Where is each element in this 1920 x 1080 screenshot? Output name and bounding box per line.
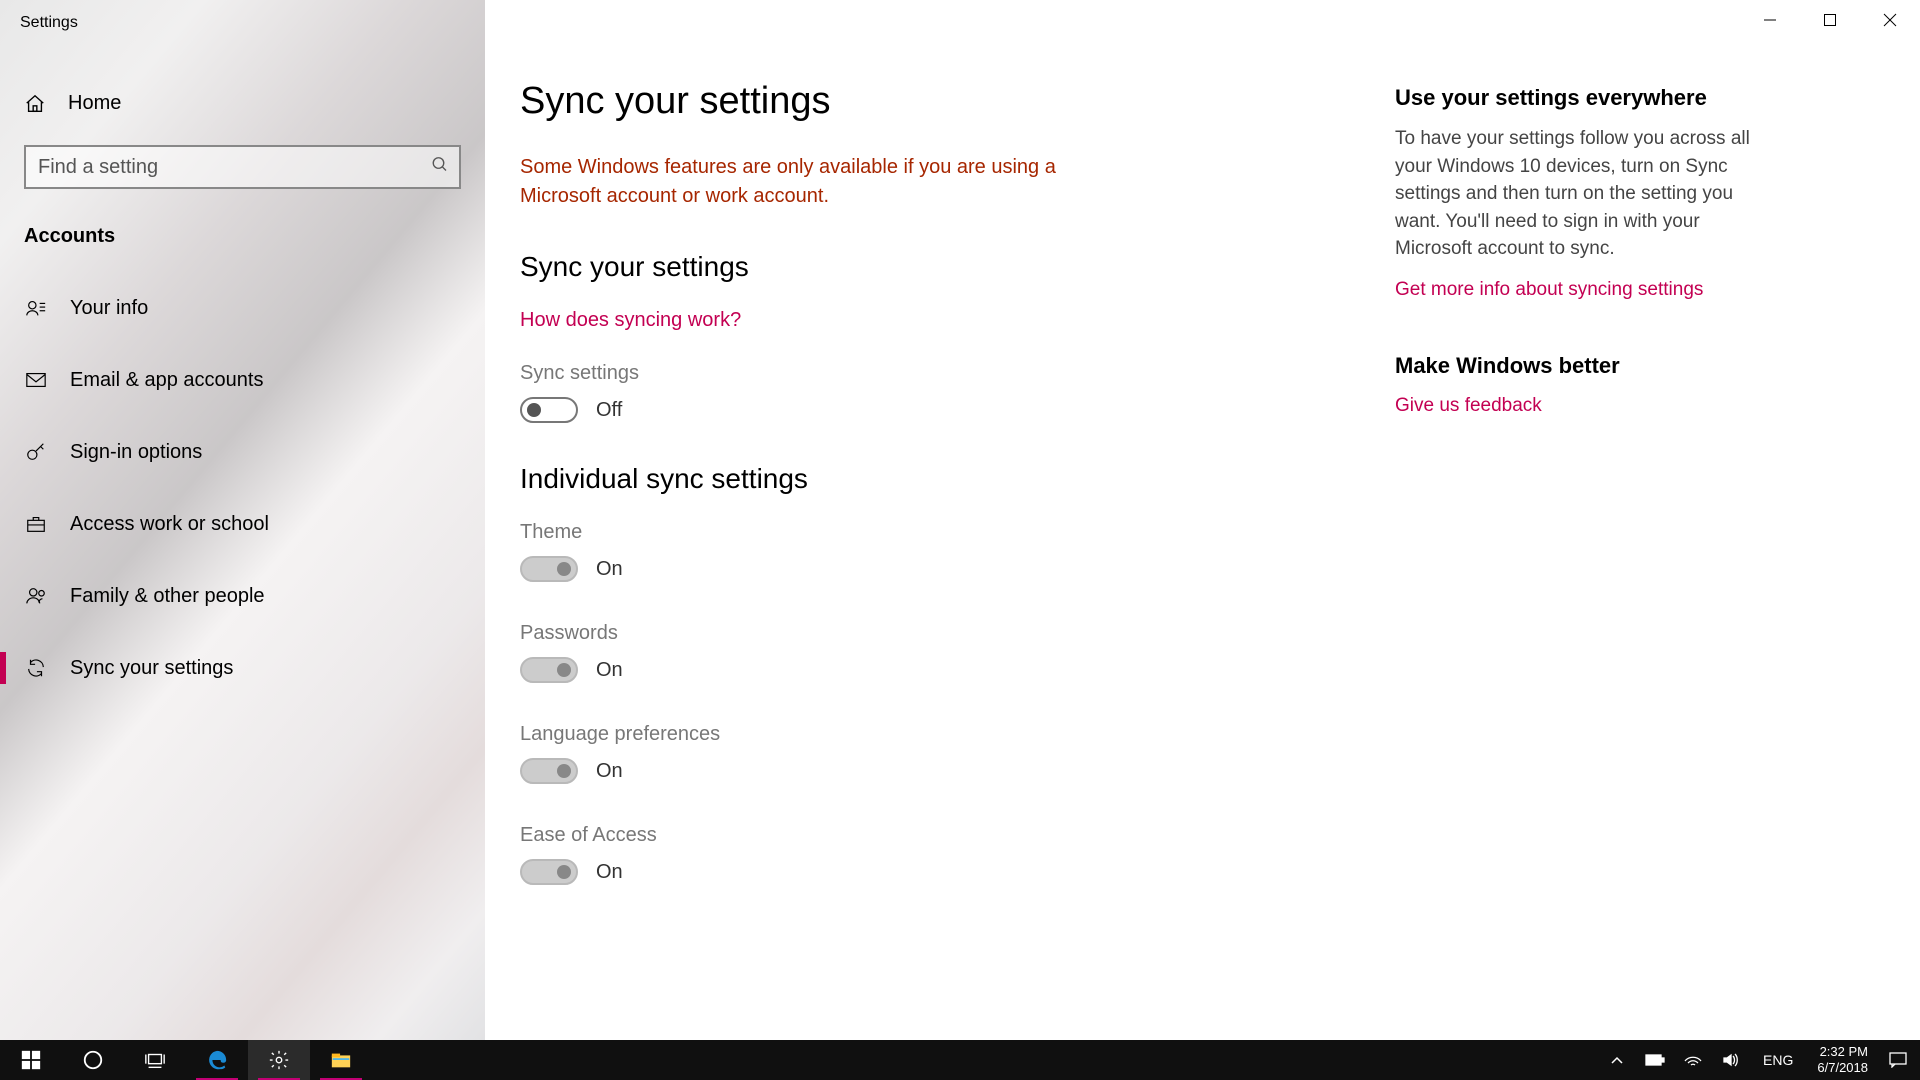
theme-state: On [596,558,623,581]
make-better-heading: Make Windows better [1395,353,1775,379]
settings-window: Settings Home Accounts Y [0,0,1920,1040]
briefcase-icon [24,512,48,536]
taskbar-left [0,1040,372,1080]
home-label: Home [68,92,121,115]
clock-time: 2:32 PM [1817,1044,1868,1060]
ease-toggle [520,859,578,885]
app-title: Settings [0,0,485,48]
toggle-knob [557,663,571,677]
sidebar-item-signin[interactable]: Sign-in options [0,416,485,488]
content-area: Sync your settings Some Windows features… [485,0,1920,1040]
page-title: Sync your settings [520,80,1395,123]
theme-label: Theme [520,521,1395,544]
cortana-button[interactable] [62,1040,124,1080]
sidebar-item-label: Sign-in options [70,441,202,464]
taskbar: ENG 2:32 PM 6/7/2018 [0,1040,1920,1080]
use-everywhere-heading: Use your settings everywhere [1395,85,1775,111]
search-input[interactable] [24,145,461,189]
sidebar-item-label: Sync your settings [70,657,233,680]
language-setting: Language preferences On [520,723,1395,784]
sidebar-item-email[interactable]: Email & app accounts [0,344,485,416]
sync-settings-block: Sync settings Off [520,362,1395,423]
mail-icon [24,368,48,392]
key-icon [24,440,48,464]
sidebar-nav: Your info Email & app accounts Sign-in o… [0,258,485,704]
sync-settings-state: Off [596,399,622,422]
ease-label: Ease of Access [520,824,1395,847]
theme-toggle [520,556,578,582]
sidebar-item-work[interactable]: Access work or school [0,488,485,560]
sync-settings-label: Sync settings [520,362,1395,385]
home-icon [24,93,46,115]
edge-button[interactable] [186,1040,248,1080]
tray-chevron-icon[interactable] [1603,1040,1631,1080]
sidebar-item-sync[interactable]: Sync your settings [0,632,485,704]
home-nav[interactable]: Home [0,48,485,115]
ease-state: On [596,861,623,884]
battery-icon[interactable] [1641,1040,1669,1080]
language-toggle [520,758,578,784]
close-button[interactable] [1860,0,1920,40]
passwords-label: Passwords [520,622,1395,645]
sidebar-section-label: Accounts [0,189,485,258]
theme-setting: Theme On [520,521,1395,582]
search-icon [431,156,449,179]
sidebar-item-label: Family & other people [70,585,265,608]
sync-heading: Sync your settings [520,251,1395,283]
explorer-button[interactable] [310,1040,372,1080]
language-label: Language preferences [520,723,1395,746]
sidebar: Settings Home Accounts Y [0,0,485,1040]
toggle-knob [557,562,571,576]
people-icon [24,584,48,608]
taskbar-right: ENG 2:32 PM 6/7/2018 [1603,1040,1920,1080]
ease-setting: Ease of Access On [520,824,1395,885]
passwords-toggle [520,657,578,683]
how-syncing-link[interactable]: How does syncing work? [520,309,741,332]
toggle-knob [557,764,571,778]
use-everywhere-text: To have your settings follow you across … [1395,125,1775,263]
account-warning: Some Windows features are only available… [520,153,1140,211]
language-state: On [596,760,623,783]
more-info-link[interactable]: Get more info about syncing settings [1395,277,1775,304]
language-indicator[interactable]: ENG [1755,1052,1801,1068]
sync-settings-toggle[interactable] [520,397,578,423]
minimize-button[interactable] [1740,0,1800,40]
toggle-knob [557,865,571,879]
feedback-link[interactable]: Give us feedback [1395,393,1775,420]
wifi-icon[interactable] [1679,1040,1707,1080]
person-card-icon [24,296,48,320]
sidebar-item-label: Your info [70,297,148,320]
sync-icon [24,656,48,680]
clock[interactable]: 2:32 PM 6/7/2018 [1811,1044,1874,1075]
sidebar-item-label: Access work or school [70,513,269,536]
volume-icon[interactable] [1717,1040,1745,1080]
sidebar-item-family[interactable]: Family & other people [0,560,485,632]
task-view-button[interactable] [124,1040,186,1080]
info-column: Use your settings everywhere To have you… [1395,80,1775,1040]
passwords-setting: Passwords On [520,622,1395,683]
toggle-knob [527,403,541,417]
sidebar-item-label: Email & app accounts [70,369,263,392]
sidebar-item-your-info[interactable]: Your info [0,272,485,344]
main-column: Sync your settings Some Windows features… [485,80,1395,1040]
individual-heading: Individual sync settings [520,463,1395,495]
passwords-state: On [596,659,623,682]
maximize-button[interactable] [1800,0,1860,40]
settings-taskbar-button[interactable] [248,1040,310,1080]
search-field-wrap [24,145,461,189]
start-button[interactable] [0,1040,62,1080]
window-controls [1740,0,1920,40]
clock-date: 6/7/2018 [1817,1060,1868,1076]
action-center-icon[interactable] [1884,1040,1912,1080]
